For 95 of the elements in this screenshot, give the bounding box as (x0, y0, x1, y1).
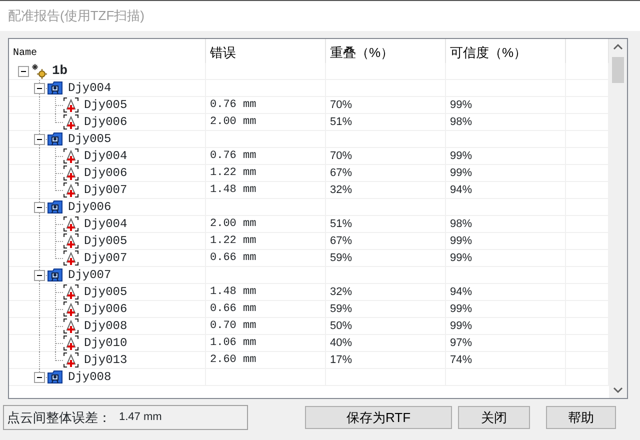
overlap-value: 67% (330, 167, 352, 179)
overlap-value: 67% (330, 235, 352, 247)
error-value: 2.60 mm (210, 354, 256, 366)
scrollbar[interactable] (609, 39, 627, 398)
scan-target-icon (63, 216, 79, 232)
tree-item[interactable]: Djy010 (84, 335, 128, 351)
status-label: 点云间整体误差： (7, 408, 111, 427)
confidence-value: 99% (450, 252, 472, 264)
error-value: 0.76 mm (210, 99, 256, 111)
column-header[interactable]: Name (9, 39, 206, 63)
error-value: 1.48 mm (210, 286, 256, 298)
error-value: 1.48 mm (210, 184, 256, 196)
error-value: 1.22 mm (210, 235, 256, 247)
folder-icon (47, 80, 63, 96)
error-value: 2.00 mm (210, 218, 256, 230)
overlap-value: 70% (330, 99, 352, 111)
close-button[interactable]: 关闭 (458, 406, 530, 429)
confidence-value: 97% (450, 337, 472, 349)
scan-target-icon (63, 233, 79, 249)
tree-item[interactable]: Djy008 (68, 369, 112, 385)
tree-item[interactable]: Djy007 (84, 250, 128, 266)
overlap-value: 40% (330, 337, 352, 349)
overlap-value: 32% (330, 184, 352, 196)
overlap-value: 51% (330, 218, 352, 230)
confidence-value: 98% (450, 218, 472, 230)
tree-item[interactable]: Djy004 (84, 148, 128, 164)
tree-item[interactable]: Djy005 (84, 284, 128, 300)
column-header[interactable]: 重叠（%） (326, 39, 446, 63)
folder-icon (47, 267, 63, 283)
confidence-value: 98% (450, 116, 472, 128)
save-rtf-button[interactable]: 保存为RTF (305, 406, 452, 429)
tree-item[interactable]: Djy004 (84, 216, 128, 232)
tree-item[interactable]: Djy013 (84, 352, 128, 368)
overlap-value: 17% (330, 354, 352, 366)
scan-target-icon (63, 318, 79, 334)
confidence-value: 99% (450, 99, 472, 111)
status-value: 1.47 mm (119, 410, 162, 426)
error-value: 0.66 mm (210, 252, 256, 264)
confidence-value: 94% (450, 184, 472, 196)
tree-toggle[interactable] (34, 372, 45, 382)
scan-target-icon (63, 97, 79, 113)
error-value: 2.00 mm (210, 116, 256, 128)
tree-item[interactable]: Djy006 (84, 165, 128, 181)
tree-item[interactable]: Djy005 (84, 233, 128, 249)
error-value: 1.06 mm (210, 337, 256, 349)
tree-toggle[interactable] (18, 66, 29, 76)
tree-item[interactable]: Djy008 (84, 318, 128, 334)
error-value: 0.76 mm (210, 150, 256, 162)
confidence-value: 99% (450, 320, 472, 332)
scan-target-icon (63, 114, 79, 130)
scan-target-icon (63, 250, 79, 266)
error-value: 0.66 mm (210, 303, 256, 315)
overlap-value: 51% (330, 116, 352, 128)
error-value: 1.22 mm (210, 167, 256, 179)
overlap-value: 59% (330, 252, 352, 264)
tree-item[interactable]: Djy006 (84, 301, 128, 317)
tree-toggle[interactable] (34, 134, 45, 144)
scan-target-icon (63, 165, 79, 181)
scan-target-icon (63, 335, 79, 351)
folder-icon (47, 199, 63, 215)
scan-target-icon (63, 284, 79, 300)
scan-target-icon (63, 352, 79, 368)
overlap-value: 70% (330, 150, 352, 162)
tree-item[interactable]: Djy007 (84, 182, 128, 198)
tree-item[interactable]: 1b (52, 63, 68, 79)
confidence-value: 94% (450, 286, 472, 298)
scan-target-icon (63, 182, 79, 198)
column-header[interactable]: 错误 (206, 39, 326, 63)
error-value: 0.70 mm (210, 320, 256, 332)
scan-target-icon (63, 148, 79, 164)
confidence-value: 99% (450, 150, 472, 162)
confidence-value: 74% (450, 354, 472, 366)
tree-item[interactable]: Djy006 (84, 114, 128, 130)
folder-icon (47, 131, 63, 147)
tree-toggle[interactable] (34, 270, 45, 280)
confidence-value: 99% (450, 303, 472, 315)
tree-item[interactable]: Djy005 (84, 97, 128, 113)
tree-toggle[interactable] (34, 202, 45, 212)
column-header[interactable]: 可信度（%） (446, 39, 566, 63)
overlap-value: 32% (330, 286, 352, 298)
tree-item[interactable]: Djy007 (68, 267, 112, 283)
confidence-value: 99% (450, 167, 472, 179)
tree-item[interactable]: Djy004 (68, 80, 112, 96)
window-title: 配准报告(使用TZF扫描) (8, 7, 144, 26)
tree-item[interactable]: Djy006 (68, 199, 112, 215)
overlap-value: 59% (330, 303, 352, 315)
tree-toggle[interactable] (34, 82, 45, 94)
tree-item[interactable]: Djy005 (68, 131, 112, 147)
help-button[interactable]: 帮助 (546, 406, 616, 429)
overlap-value: 50% (330, 320, 352, 332)
confidence-value: 99% (450, 235, 472, 247)
scan-target-icon (63, 301, 79, 317)
scrollbar-thumb[interactable] (612, 57, 624, 83)
sparkle-gear-icon (31, 63, 47, 79)
folder-icon (47, 369, 63, 385)
